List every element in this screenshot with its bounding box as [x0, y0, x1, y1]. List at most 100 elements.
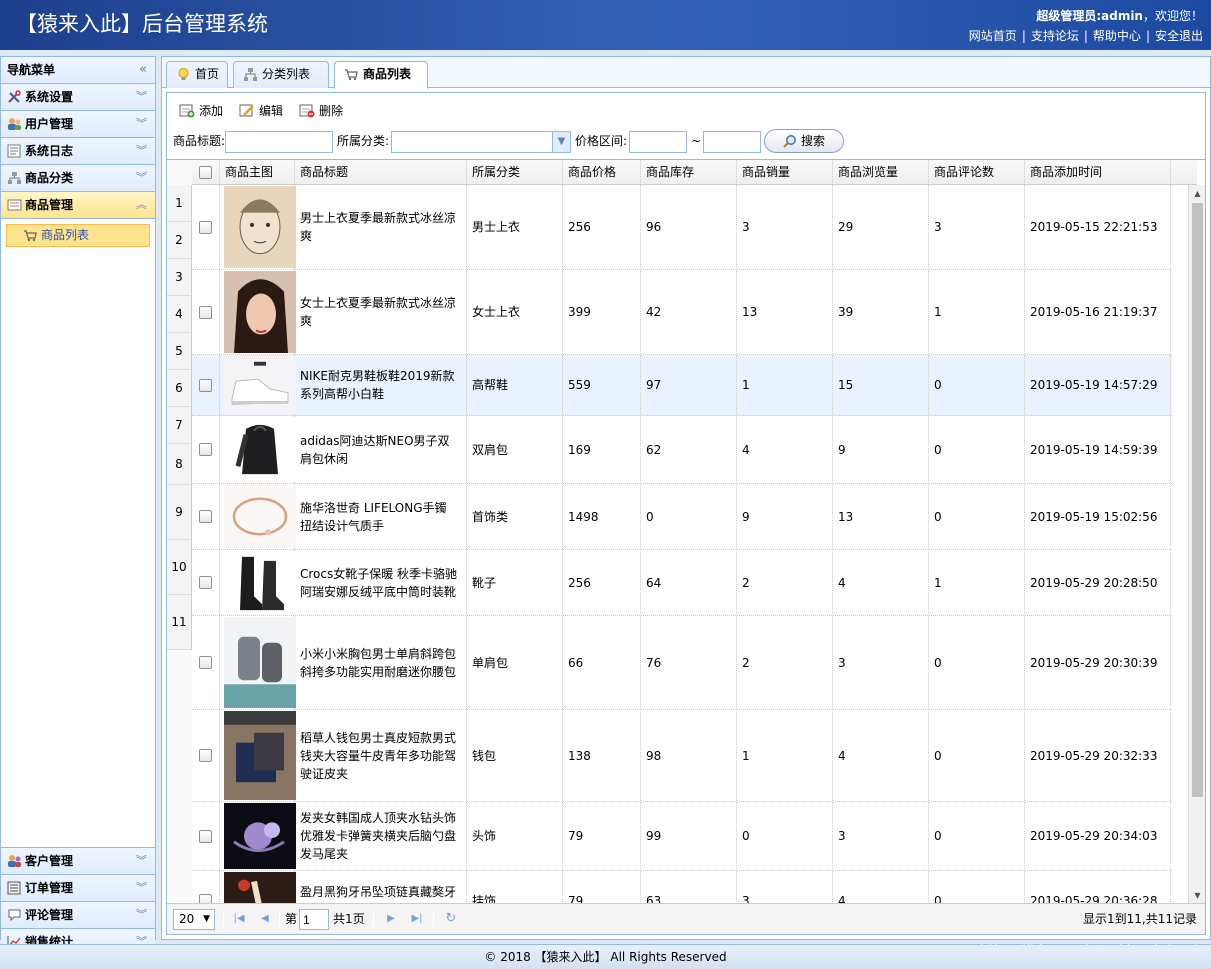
chevron-down-icon[interactable]: ▼ [552, 132, 570, 152]
row-checkbox[interactable] [199, 510, 212, 523]
edit-button[interactable]: 编辑 [239, 101, 283, 121]
sidebar-item-category[interactable]: 商品分类 ︾ [1, 165, 155, 192]
cell-sales: 2 [737, 616, 833, 709]
table-row[interactable]: Crocs女靴子保暖 秋季卡骆驰阿瑞安娜反绒平底中筒时装靴 靴子 256 64 2 4 1 2… [192, 550, 1172, 616]
link-site-home[interactable]: 网站首页 [969, 29, 1017, 43]
row-checkbox[interactable] [199, 305, 212, 319]
tab-category-list[interactable]: 分类列表× [233, 61, 329, 106]
price-max-input[interactable] [703, 131, 761, 153]
table-row[interactable]: 稻草人钱包男士真皮短款男式钱夹大容量牛皮青年多功能驾驶证皮夹 钱包 138 98 1 4 0… [192, 710, 1172, 802]
sidebar-item-system-settings[interactable]: 系统设置 ︾ [1, 84, 155, 111]
row-checkbox-cell[interactable] [192, 802, 220, 870]
column-header[interactable]: 商品浏览量 [833, 160, 929, 185]
column-header[interactable]: 商品库存 [641, 160, 737, 185]
header-select-all[interactable] [192, 160, 220, 185]
row-checkbox-cell[interactable] [192, 616, 220, 709]
scroll-up-icon[interactable]: ▲ [1189, 185, 1205, 202]
add-icon [179, 104, 195, 118]
link-forum[interactable]: 支持论坛 [1031, 29, 1079, 43]
table-row[interactable]: 盈月黑狗牙吊坠项链真藏獒牙齿狼牙形男女时尚挂件本命年挂饰79633402019-… [192, 871, 1172, 903]
sidebar-item-comments[interactable]: 评论管理 ︾ [1, 902, 155, 929]
row-checkbox[interactable] [199, 749, 212, 762]
first-page-icon[interactable]: |◀ [229, 909, 249, 929]
row-checkbox-cell[interactable] [192, 416, 220, 483]
table-row[interactable]: NIKE耐克男鞋板鞋2019新款系列高帮小白鞋 高帮鞋 559 97 1 15 0 2019-… [192, 355, 1172, 416]
add-button[interactable]: 添加 [179, 101, 223, 121]
row-checkbox-cell[interactable] [192, 355, 220, 415]
customers-icon [8, 855, 21, 867]
cell-title: 发夹女韩国成人顶夹水钻头饰优雅发卡弹簧夹横夹后脑勺盘发马尾夹 [295, 802, 467, 870]
table-row[interactable]: 男士上衣夏季最新款式冰丝凉爽 男士上衣 256 96 3 29 3 2019-05-15 22… [192, 185, 1172, 270]
row-checkbox-cell[interactable] [192, 710, 220, 801]
row-number: 4 [167, 296, 192, 333]
refresh-icon[interactable]: ↻ [441, 909, 461, 929]
users-icon [8, 118, 21, 130]
cell-price: 559 [563, 355, 641, 415]
column-header[interactable]: 所属分类 [467, 160, 563, 185]
row-checkbox[interactable] [199, 220, 212, 234]
row-number: 6 [167, 370, 192, 407]
cell-views: 9 [833, 416, 929, 483]
column-header[interactable]: 商品添加时间 [1025, 160, 1171, 185]
collapse-icon[interactable]: « [139, 57, 147, 83]
product-image [220, 185, 296, 269]
watermark: https://blog.csdn.net/pastclouds [979, 941, 1205, 957]
column-header[interactable]: 商品价格 [563, 160, 641, 185]
category-combo[interactable] [391, 131, 571, 153]
prev-page-icon[interactable]: ◀ [255, 909, 275, 929]
price-min-input[interactable] [629, 131, 687, 153]
page-size-select[interactable]: 20 ▼ [173, 909, 215, 930]
delete-button[interactable]: 删除 [299, 101, 343, 121]
row-checkbox[interactable] [199, 894, 212, 903]
product-image [220, 270, 296, 354]
sidebar-item-orders[interactable]: 订单管理 ︾ [1, 875, 155, 902]
product-image [220, 871, 296, 903]
sidebar-item-system-log[interactable]: 系统日志 ︾ [1, 138, 155, 165]
row-number-column: 1 2 3 4 5 6 7 8 9 10 11 [167, 160, 192, 903]
row-checkbox-cell[interactable] [192, 871, 220, 903]
row-checkbox[interactable] [199, 378, 212, 392]
price-label: 价格区间: [575, 134, 628, 148]
row-checkbox-cell[interactable] [192, 270, 220, 354]
cell-sales: 3 [737, 871, 833, 903]
row-checkbox[interactable] [199, 443, 212, 456]
table-row[interactable]: 女士上衣夏季最新款式冰丝凉爽 女士上衣 399 42 13 39 1 2019-05-16 2… [192, 270, 1172, 355]
table-row[interactable]: adidas阿迪达斯NEO男子双肩包休闲 双肩包 169 62 4 9 0 2019-05-1… [192, 416, 1172, 484]
sidebar-sub-goods-list[interactable]: 商品列表 [6, 224, 150, 247]
table-row[interactable]: 施华洛世奇 LIFELONG手镯 扭结设计气质手 首饰类 1498 0 9 13 0 2019… [192, 484, 1172, 550]
column-header[interactable]: 商品标题 [295, 160, 467, 185]
title-input[interactable] [225, 131, 333, 153]
row-checkbox[interactable] [199, 656, 212, 669]
tab-bar: 首页 分类列表× 商品列表× [162, 57, 1210, 106]
scroll-thumb[interactable] [1192, 203, 1203, 797]
chevron-up-icon: ︽ [136, 198, 147, 211]
row-checkbox[interactable] [199, 829, 212, 843]
sidebar-item-customers[interactable]: 客户管理 ︾ [1, 848, 155, 875]
link-help[interactable]: 帮助中心 [1093, 29, 1141, 43]
page-number-input[interactable] [299, 909, 329, 930]
cell-stock: 76 [641, 616, 737, 709]
table-row[interactable]: 小米小米胸包男士单肩斜跨包斜挎多功能实用耐磨迷你腰包 单肩包 66 76 2 3 0 2019… [192, 616, 1172, 710]
row-checkbox-cell[interactable] [192, 484, 220, 549]
row-checkbox-cell[interactable] [192, 550, 220, 615]
cell-price: 138 [563, 710, 641, 801]
table-row[interactable]: 发夹女韩国成人顶夹水钻头饰优雅发卡弹簧夹横夹后脑勺盘发马尾夹 头饰 79 99 0 3 0 2… [192, 802, 1172, 871]
column-header[interactable]: 商品主图 [220, 160, 295, 185]
link-logout[interactable]: 安全退出 [1155, 29, 1203, 43]
vertical-scrollbar[interactable]: ▲ ▼ [1188, 185, 1205, 903]
select-all-checkbox[interactable] [199, 166, 212, 179]
last-page-icon[interactable]: ▶| [407, 909, 427, 929]
category-label: 所属分类: [337, 134, 390, 148]
search-button[interactable]: 搜索 [764, 129, 844, 153]
column-header[interactable]: 商品销量 [737, 160, 833, 185]
row-checkbox[interactable] [199, 576, 212, 589]
cell-price: 79 [563, 802, 641, 870]
tab-home[interactable]: 首页 [166, 61, 228, 88]
column-header[interactable]: 商品评论数 [929, 160, 1025, 185]
row-checkbox-cell[interactable] [192, 185, 220, 269]
sidebar-item-user-management[interactable]: 用户管理 ︾ [1, 111, 155, 138]
sidebar-item-goods-management[interactable]: 商品管理 ︽ [1, 192, 155, 219]
scroll-down-icon[interactable]: ▼ [1189, 887, 1205, 903]
next-page-icon[interactable]: ▶ [381, 909, 401, 929]
tab-goods-list[interactable]: 商品列表× [334, 61, 428, 106]
